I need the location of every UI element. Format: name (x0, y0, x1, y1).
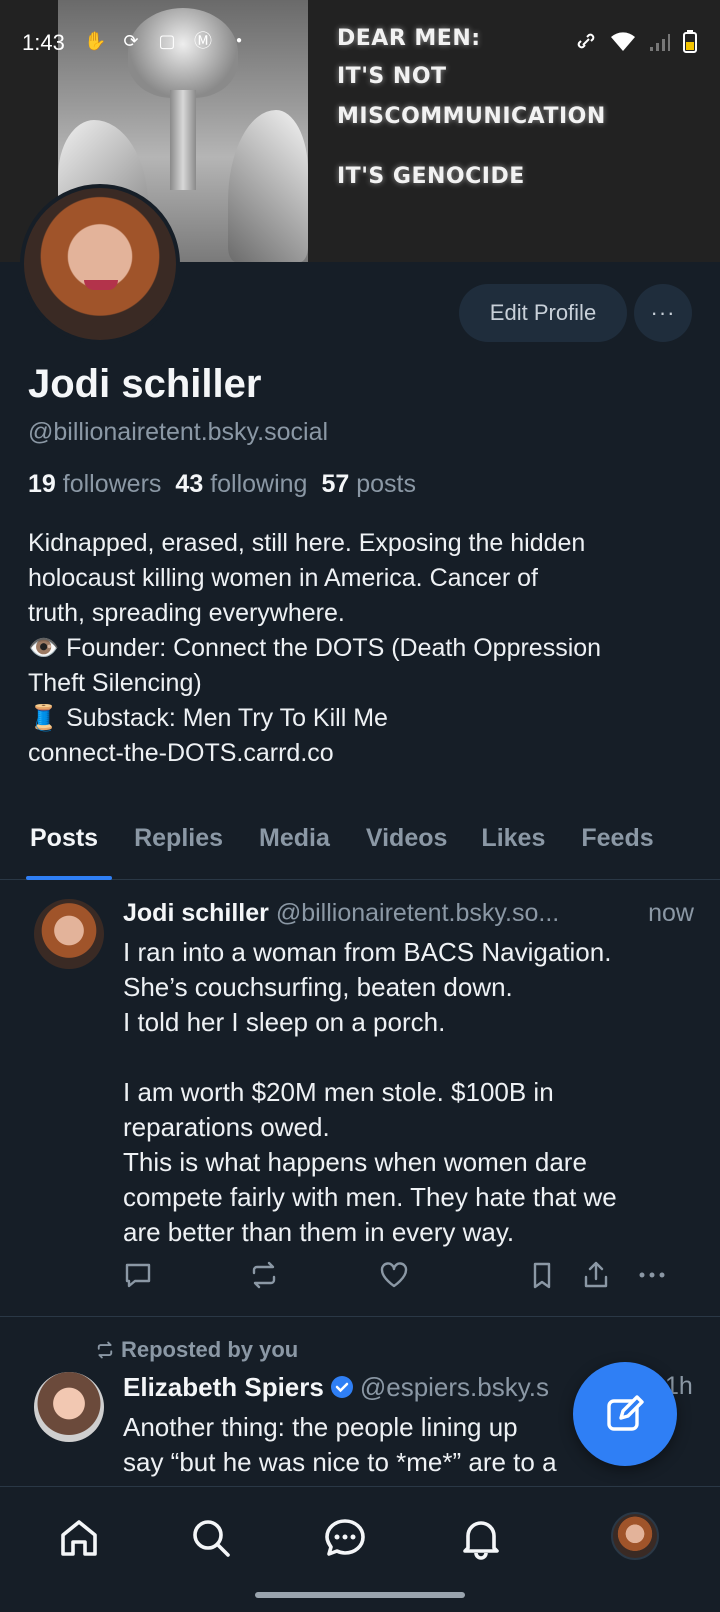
screenshot-icon: ▢ (158, 31, 176, 51)
share-icon[interactable] (580, 1259, 612, 1291)
home-icon[interactable] (56, 1515, 102, 1561)
post-line: compete fairly with men. They hate that … (123, 1182, 617, 1212)
bio-line: Theft Silencing) (28, 669, 202, 697)
notifications-icon[interactable] (458, 1515, 504, 1561)
bookmark-icon[interactable] (526, 1259, 558, 1291)
post-actions (122, 1259, 694, 1299)
post-author-avatar[interactable] (34, 899, 104, 969)
home-indicator[interactable] (255, 1592, 465, 1598)
bio-line: Kidnapped, erased, still here. Exposing … (28, 529, 586, 557)
post-line: I ran into a woman from BACS Navigation. (123, 937, 612, 967)
bio-link[interactable]: connect-the-DOTS.carrd.co (28, 736, 708, 771)
more-options-button[interactable]: ··· (634, 284, 692, 342)
link-icon (577, 33, 595, 49)
banner-line-3: MISCOMMUNICATION (337, 104, 606, 129)
post-time: now (642, 899, 694, 928)
profile-nav-avatar[interactable] (611, 1512, 659, 1560)
repost-icon[interactable] (248, 1259, 280, 1291)
post-line: I told her I sleep on a porch. (123, 1007, 446, 1037)
search-icon[interactable] (188, 1515, 234, 1561)
post-header: Elizabeth Spiers @espiers.bsky.s (123, 1372, 549, 1403)
tab-videos[interactable]: Videos (366, 812, 448, 880)
cell-signal-icon (650, 34, 670, 51)
post-text: I ran into a woman from BACS Navigation.… (123, 935, 703, 1250)
post-author-name[interactable]: Jodi schiller (123, 899, 269, 927)
post-item[interactable]: Jodi schiller @billionairetent.bsky.so..… (0, 881, 720, 1317)
post-line (123, 1040, 703, 1075)
repost-label: Reposted by you (121, 1337, 299, 1362)
tab-replies[interactable]: Replies (134, 812, 223, 880)
like-icon[interactable] (378, 1259, 410, 1291)
following-link[interactable]: 43 following (175, 470, 307, 499)
screen-rotate-icon: ⟳ (123, 31, 139, 51)
tab-likes[interactable]: Likes (481, 812, 545, 880)
profile-avatar[interactable] (20, 184, 180, 344)
bio-line: truth, spreading everywhere. (28, 599, 345, 627)
status-bar: 1:43 ✋ ⟳ ▢ Ⓜ ● (0, 0, 720, 90)
post-author-name[interactable]: Elizabeth Spiers (123, 1372, 324, 1402)
edit-profile-button[interactable]: Edit Profile (459, 284, 627, 342)
profile-bio: Kidnapped, erased, still here. Exposing … (28, 526, 708, 771)
post-line: I am worth $20M men stole. $100B in (123, 1077, 554, 1107)
post-author-handle[interactable]: @espiers.bsky.s (360, 1372, 549, 1402)
verified-badge-icon (330, 1376, 353, 1398)
hand-icon: ✋ (84, 31, 107, 51)
profile-name: Jodi schiller (28, 362, 262, 406)
battery-icon (683, 30, 697, 53)
compose-icon (607, 1395, 644, 1431)
repost-indicator: Reposted by you (95, 1337, 298, 1363)
repost-small-icon (97, 1341, 113, 1359)
woman-illustration (228, 110, 308, 262)
motorola-icon: Ⓜ (194, 31, 212, 51)
wifi-icon (611, 32, 635, 51)
chat-icon[interactable] (322, 1515, 368, 1561)
status-time: 1:43 (22, 30, 65, 55)
compose-post-button[interactable] (573, 1362, 677, 1466)
posts-count: 57 posts (321, 470, 416, 498)
post-author-avatar[interactable] (34, 1372, 104, 1442)
followers-link[interactable]: 19 followers (28, 470, 161, 499)
tab-posts[interactable]: Posts (25, 812, 113, 880)
post-line: She’s couchsurfing, beaten down. (123, 972, 513, 1002)
mushroom-cloud-stem (170, 90, 196, 190)
profile-handle: @billionairetent.bsky.social (28, 418, 329, 446)
bio-line: 👁️ Founder: Connect the DOTS (Death Oppr… (28, 634, 602, 662)
profile-stats: 19 followers 43 following 57 posts (28, 470, 416, 499)
bio-line: holocaust killing women in America. Canc… (28, 564, 538, 592)
system-icons (574, 30, 698, 54)
bio-line: 🧵 Substack: Men Try To Kill Me (28, 704, 388, 732)
dot-icon: ● (235, 35, 243, 46)
post-header: Jodi schiller @billionairetent.bsky.so..… (123, 899, 703, 928)
tab-feeds[interactable]: Feeds (581, 812, 653, 880)
post-author-handle[interactable]: @billionairetent.bsky.so... (276, 899, 559, 927)
post-line: This is what happens when women dare (123, 1147, 587, 1177)
banner-line-4: IT'S GENOCIDE (337, 164, 525, 189)
reply-icon[interactable] (122, 1259, 154, 1291)
post-line: are better than them in every way. (123, 1217, 515, 1247)
post-line: reparations owed. (123, 1112, 330, 1142)
profile-tabs: Posts Replies Media Videos Likes Feeds (0, 812, 720, 880)
tab-media[interactable]: Media (259, 812, 330, 880)
post-more-icon[interactable] (636, 1259, 668, 1291)
notification-icons: ✋ ⟳ ▢ Ⓜ ● (84, 30, 250, 52)
